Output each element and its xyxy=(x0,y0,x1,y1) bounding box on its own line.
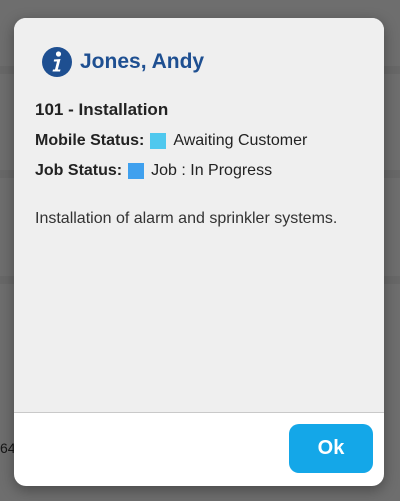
ok-button[interactable]: Ok xyxy=(289,424,373,473)
mobile-status-row: Mobile Status: Awaiting Customer xyxy=(35,132,307,150)
dialog-title: Jones, Andy xyxy=(80,50,205,73)
job-status-label: Job Status: xyxy=(35,162,123,179)
job-title: 101 - Installation xyxy=(35,100,169,119)
info-dialog: Jones, Andy 101 - Installation Mobile St… xyxy=(14,18,384,486)
mobile-status-value: Awaiting Customer xyxy=(173,132,308,149)
job-status-row: Job Status: Job : In Progress xyxy=(35,162,272,180)
job-status-color-swatch xyxy=(128,163,145,179)
job-description: Installation of alarm and sprinkler syst… xyxy=(35,210,338,227)
mobile-status-label: Mobile Status: xyxy=(35,132,145,149)
job-status-value: Job : In Progress xyxy=(151,162,273,179)
info-icon xyxy=(42,47,72,77)
dialog-body: Jones, Andy 101 - Installation Mobile St… xyxy=(14,18,384,413)
mobile-status-color-swatch xyxy=(150,133,167,149)
dialog-header: Jones, Andy xyxy=(42,46,204,78)
